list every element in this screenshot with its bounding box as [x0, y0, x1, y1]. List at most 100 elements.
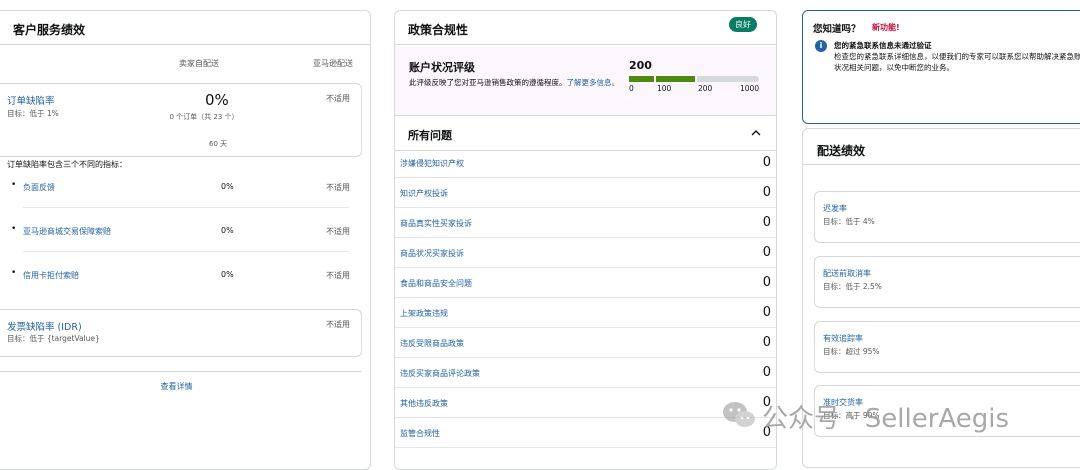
shipping-metric-box: 配送前取消率 目标：低于 2.5%	[814, 256, 1080, 308]
issue-row: 其他违反政策 0	[395, 388, 776, 418]
issue-row: 商品状况买家投诉 0	[395, 238, 776, 268]
metric-row-a-to-z: • 亚马逊商城交易保障索赔 0% 不适用	[11, 224, 350, 237]
odr-name-link[interactable]: 订单缺陷率	[7, 93, 55, 107]
watermark: 公众号 · SellerAegis	[722, 394, 1062, 434]
issue-row: 食品和商品安全问题 0	[395, 268, 776, 298]
column-header-amazon: 亚马逊配送	[313, 59, 353, 68]
health-score-bar	[629, 76, 759, 82]
customer-service-header: 客户服务绩效	[0, 11, 370, 45]
issue-link[interactable]: 违反买家商品评论政策	[400, 368, 480, 379]
divider	[23, 251, 349, 252]
issue-row: 上架政策违规 0	[395, 298, 776, 328]
shipping-metric-box: 迟发率 目标：低于 4%	[814, 191, 1080, 243]
metric-label[interactable]: 负面反馈	[23, 182, 55, 193]
issue-count: 0	[762, 305, 771, 320]
issue-row: 商品真实性买家投诉 0	[395, 208, 776, 238]
customer-service-card: 客户服务绩效 卖家自配送 亚马逊配送 订单缺陷率 目标：低于 1% 0% 0 个…	[0, 10, 371, 470]
odr-amazon-value: 不适用	[326, 94, 350, 103]
odr-period: 60 天	[209, 140, 228, 148]
score-segment	[629, 76, 654, 82]
issue-count: 0	[762, 185, 771, 200]
issue-row: 知识产权投诉 0	[395, 178, 776, 208]
metric-row-negative-feedback: • 负面反馈 0% 不适用	[11, 180, 350, 193]
shipping-metric-target: 目标：低于 2.5%	[823, 282, 882, 291]
all-issues-title: 所有问题	[408, 129, 452, 142]
idr-name-link[interactable]: 发票缺陷率 (IDR)	[7, 319, 82, 333]
score-tick: 1000	[740, 84, 760, 93]
shipping-metric-link[interactable]: 迟发率	[823, 203, 847, 214]
issue-link[interactable]: 其他违反政策	[400, 398, 448, 409]
issue-count: 0	[762, 245, 771, 260]
health-score: 200	[629, 59, 652, 72]
did-you-know-title: 您知道吗？	[813, 24, 861, 35]
idr-box: 发票缺陷率 (IDR) 目标：低于 {targetValue} 不适用	[0, 309, 362, 357]
metric-label[interactable]: 信用卡拒付索赔	[23, 270, 79, 281]
issue-row: 涉嫌侵犯知识产权 0	[395, 148, 776, 178]
score-tick: 100	[657, 84, 672, 93]
policy-title: 政策合规性	[408, 23, 469, 37]
score-segment	[697, 76, 759, 82]
learn-more-link[interactable]: 了解更多信息。	[567, 78, 620, 87]
issue-link[interactable]: 食品和商品安全问题	[400, 278, 472, 289]
alert-headline: 您的紧急联系信息未通过验证	[834, 41, 932, 50]
did-you-know-card: 您知道吗？ 新功能! i 您的紧急联系信息未通过验证 检查您的紧急联系详细信息，…	[802, 10, 1080, 124]
odr-orders: 0 个订单（共 23 个）	[169, 113, 239, 121]
info-icon: i	[815, 40, 827, 52]
odr-box: 订单缺陷率 目标：低于 1% 0% 0 个订单（共 23 个） 60 天 不适用	[0, 83, 362, 157]
metric-amazon-value: 不适用	[326, 227, 350, 236]
issue-link[interactable]: 监管合规性	[400, 428, 440, 439]
status-badge: 良好	[729, 17, 757, 32]
account-health-rating: 账户状况评级 此评级反映了您对亚马逊销售政策的遵循程度。了解更多信息。 200 …	[395, 46, 776, 116]
column-header-seller: 卖家自配送	[179, 59, 219, 68]
metric-row-chargeback: • 信用卡拒付索赔 0% 不适用	[11, 268, 350, 281]
issue-row: 违反买家商品评论政策 0	[395, 358, 776, 388]
score-tick: 200	[698, 84, 713, 93]
issue-link[interactable]: 商品状况买家投诉	[400, 248, 464, 259]
shipping-title: 配送绩效	[817, 144, 866, 158]
shipping-metric-target: 目标：超过 95%	[823, 347, 880, 356]
issue-row: 违反受限商品政策 0	[395, 328, 776, 358]
metric-amazon-value: 不适用	[326, 271, 350, 280]
metric-amazon-value: 不适用	[326, 183, 350, 192]
metric-value: 0%	[221, 226, 234, 235]
shipping-header: 配送绩效	[803, 129, 1080, 165]
issue-count: 0	[762, 215, 771, 230]
score-tick: 0	[629, 84, 634, 93]
issue-link[interactable]: 涉嫌侵犯知识产权	[400, 158, 464, 169]
shipping-metric-link[interactable]: 有效追踪率	[823, 333, 863, 344]
alert-description: 检查您的紧急联系详细信息，以便我们的专家可以联系您以帮助解决紧急账户状况相关问题…	[834, 52, 1080, 72]
issue-count: 0	[762, 365, 771, 380]
odr-intro: 订单缺陷率包含三个不同的指标：	[7, 160, 127, 169]
score-segment	[656, 76, 695, 82]
divider	[23, 207, 349, 208]
idr-target: 目标：低于 {targetValue}	[7, 334, 100, 343]
customer-service-title: 客户服务绩效	[13, 23, 86, 37]
issue-link[interactable]: 违反受限商品政策	[400, 338, 464, 349]
issue-count: 0	[762, 155, 771, 170]
health-desc-text: 此评级反映了您对亚马逊销售政策的遵循程度。	[409, 78, 567, 87]
metric-value: 0%	[221, 270, 234, 279]
metric-label[interactable]: 亚马逊商城交易保障索赔	[23, 226, 111, 237]
view-details-link[interactable]: 查看详情	[0, 371, 362, 401]
health-title: 账户状况评级	[409, 61, 475, 74]
wechat-icon	[723, 402, 755, 427]
issue-link[interactable]: 上架政策违规	[400, 308, 448, 319]
issue-link[interactable]: 知识产权投诉	[400, 188, 448, 199]
health-description: 此评级反映了您对亚马逊销售政策的遵循程度。了解更多信息。	[409, 77, 619, 89]
new-feature-label: 新功能!	[872, 23, 900, 32]
policy-header: 政策合规性 良好	[395, 11, 776, 45]
shipping-metric-link[interactable]: 配送前取消率	[823, 268, 871, 279]
issue-link[interactable]: 商品真实性买家投诉	[400, 218, 472, 229]
chevron-up-icon[interactable]	[750, 127, 762, 139]
odr-target: 目标：低于 1%	[7, 109, 59, 118]
issue-count: 0	[762, 335, 771, 350]
shipping-metric-target: 目标：低于 4%	[823, 217, 875, 226]
shipping-metric-box: 有效追踪率 目标：超过 95%	[814, 321, 1080, 373]
all-issues-header[interactable]: 所有问题	[395, 117, 776, 151]
watermark-text: 公众号 · SellerAegis	[762, 404, 1010, 434]
issue-count: 0	[762, 275, 771, 290]
policy-compliance-card: 政策合规性 良好 账户状况评级 此评级反映了您对亚马逊销售政策的遵循程度。了解更…	[394, 10, 777, 470]
idr-amazon-value: 不适用	[326, 320, 350, 329]
metric-value: 0%	[221, 182, 234, 191]
odr-value: 0%	[205, 91, 229, 109]
